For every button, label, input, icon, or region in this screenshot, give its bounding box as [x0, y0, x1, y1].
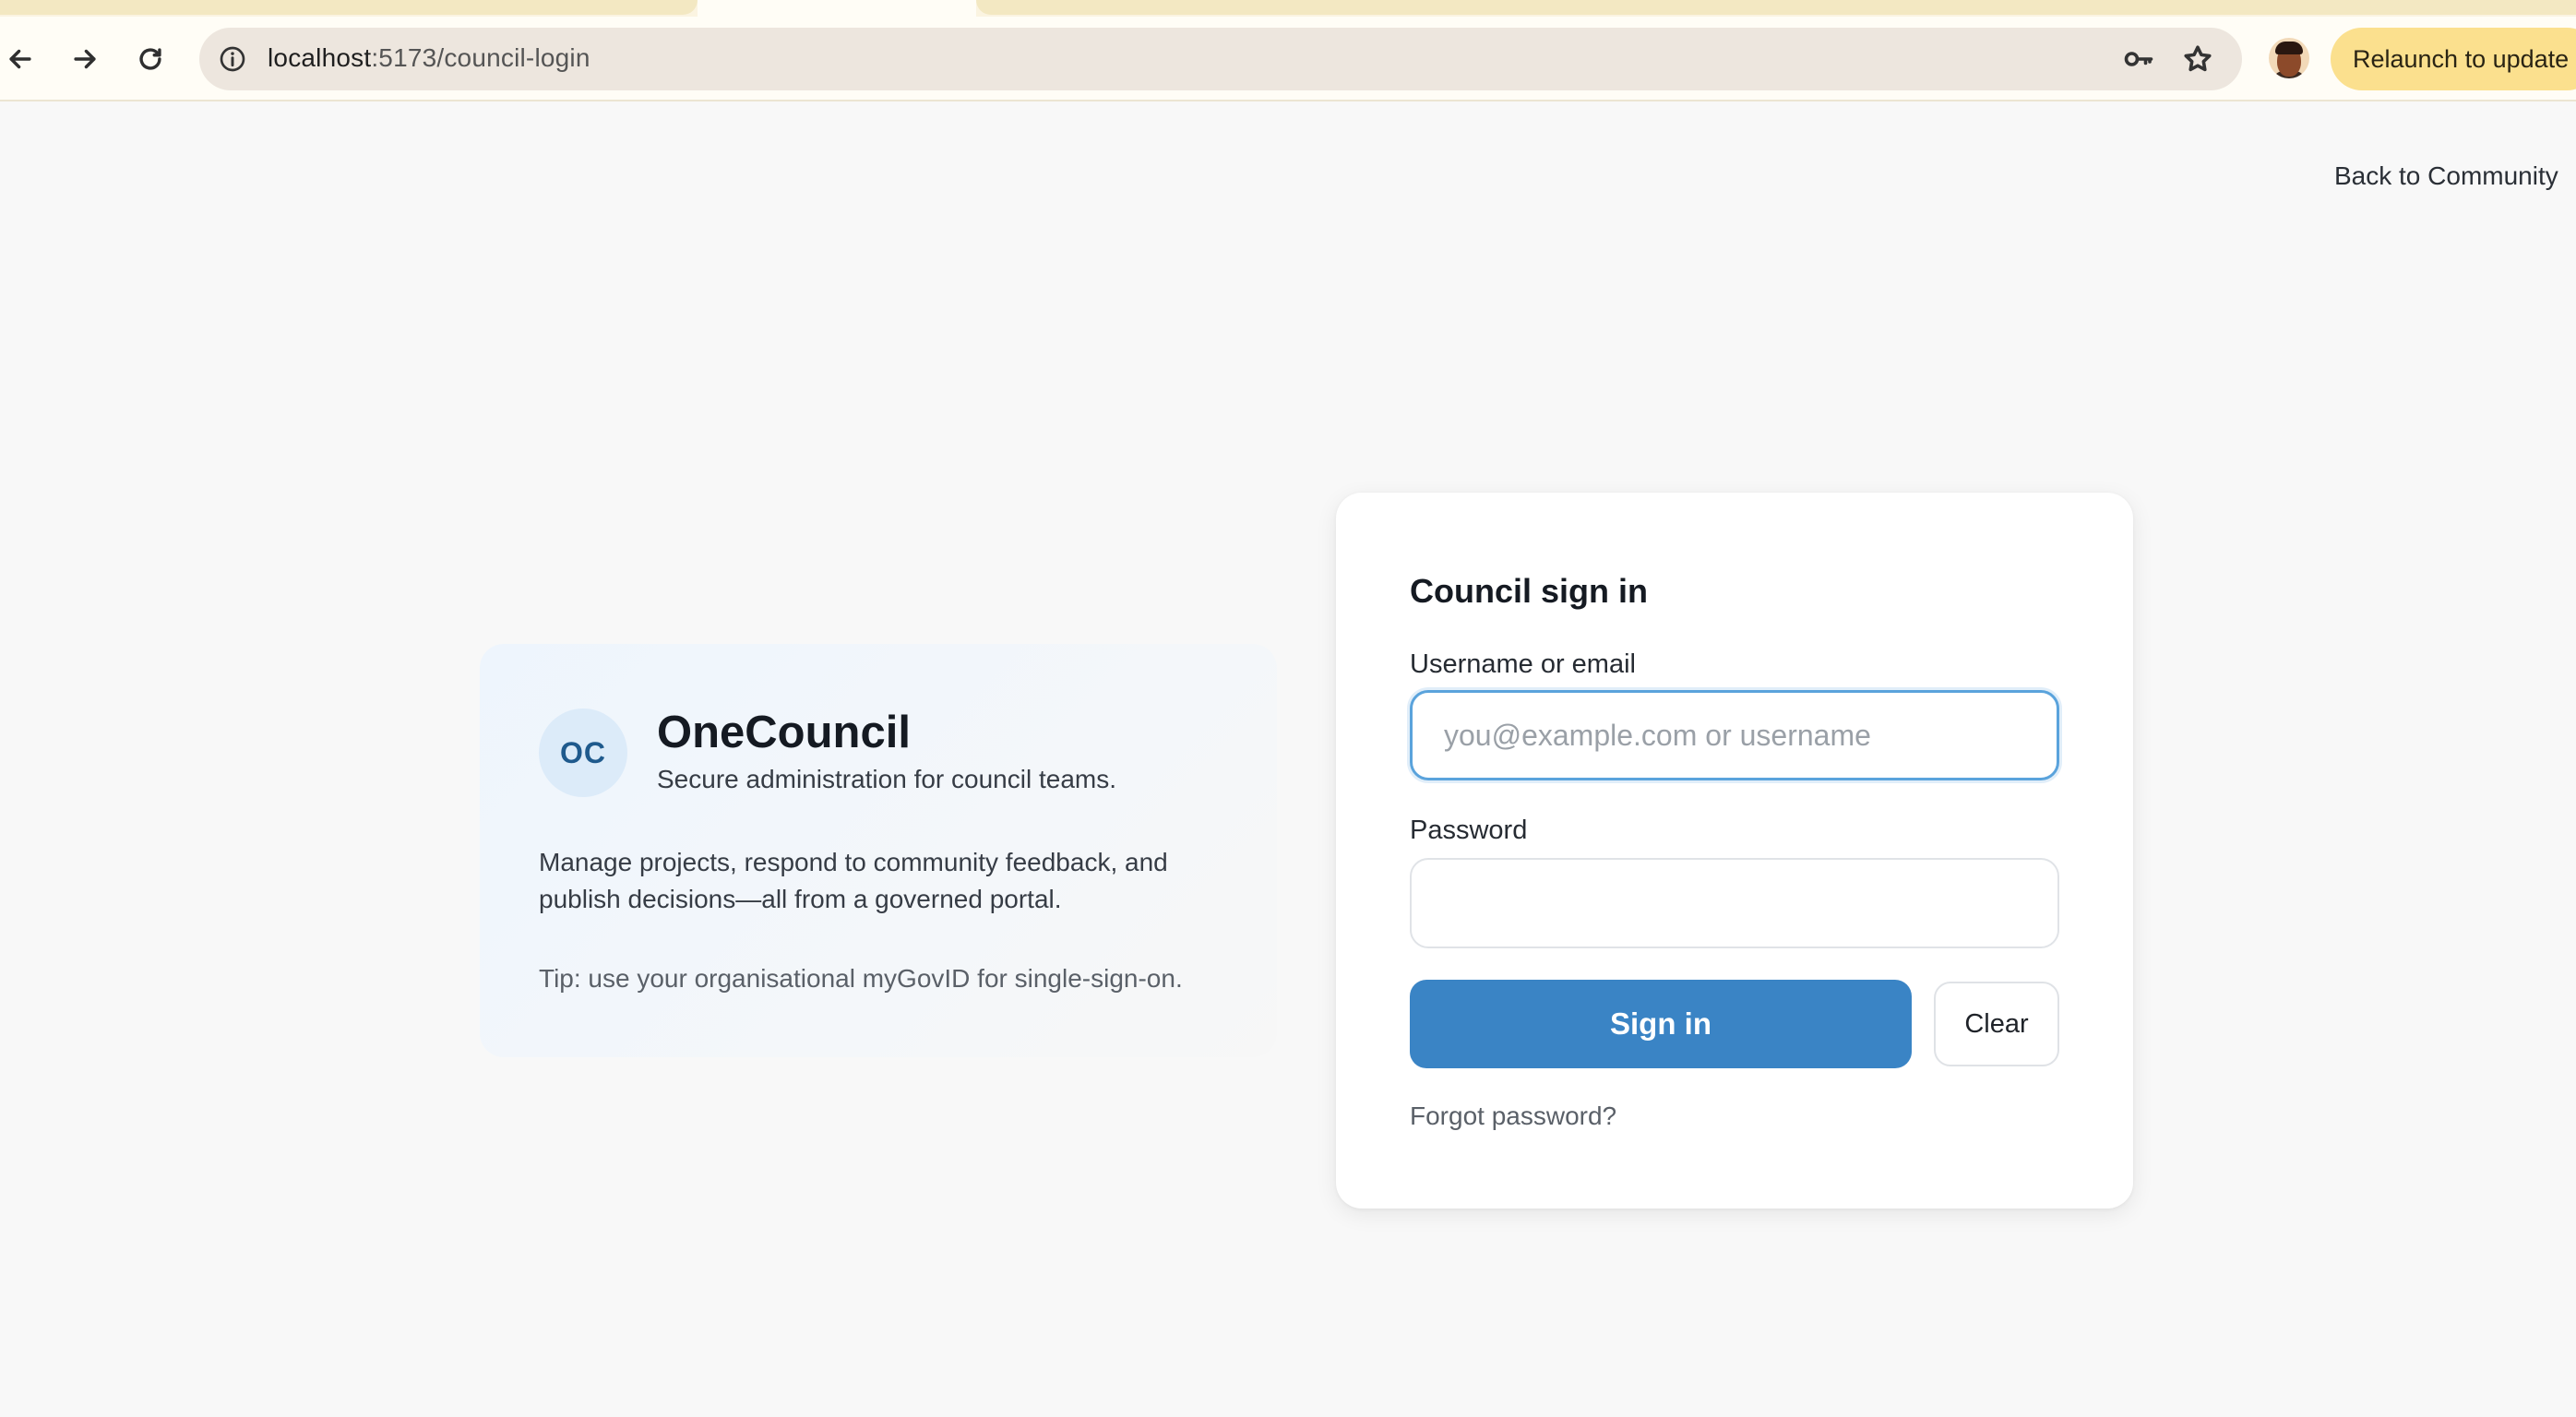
- brand-tip: Tip: use your organisational myGovID for…: [539, 964, 1183, 993]
- url-host: localhost: [268, 43, 372, 72]
- brand-title: OneCouncil: [657, 708, 911, 757]
- password-label: Password: [1410, 816, 1528, 845]
- login-title: Council sign in: [1410, 572, 1648, 610]
- site-info-button[interactable]: [214, 41, 251, 77]
- address-bar[interactable]: localhost:5173/council-login: [199, 28, 2242, 90]
- url-path: :5173/council-login: [371, 43, 590, 72]
- back-button[interactable]: [0, 39, 41, 79]
- profile-avatar[interactable]: [2269, 38, 2309, 78]
- browser-toolbar: localhost:5173/council-login Relaunch to…: [0, 17, 2576, 101]
- forward-arrow-icon: [74, 49, 96, 69]
- clear-button[interactable]: Clear: [1934, 982, 2059, 1066]
- tab-strip: [0, 0, 2576, 17]
- star-icon: [2184, 45, 2212, 72]
- relaunch-button[interactable]: Relaunch to update: [2331, 28, 2576, 90]
- brand-info-card: OC OneCouncil Secure administration for …: [480, 644, 1277, 1057]
- info-icon: [220, 46, 245, 72]
- url-text[interactable]: localhost:5173/council-login: [268, 43, 590, 73]
- reload-button[interactable]: [130, 39, 171, 79]
- back-to-community-link[interactable]: Back to Community: [2334, 161, 2558, 191]
- tab-active[interactable]: [698, 0, 976, 17]
- bookmark-button[interactable]: [2179, 41, 2216, 77]
- back-arrow-icon: [9, 49, 31, 69]
- tab-inactive-left[interactable]: [0, 0, 698, 15]
- brand-logo-badge: OC: [539, 708, 627, 797]
- brand-description: Manage projects, respond to community fe…: [539, 848, 1168, 913]
- username-input[interactable]: [1410, 690, 2059, 780]
- password-input[interactable]: [1410, 858, 2059, 948]
- key-icon: [2124, 52, 2153, 66]
- reload-icon: [139, 48, 161, 70]
- forgot-password-link[interactable]: Forgot password?: [1410, 1101, 1616, 1131]
- password-manager-button[interactable]: [2120, 41, 2157, 77]
- username-label: Username or email: [1410, 649, 1636, 679]
- login-card: Council sign in Username or email Passwo…: [1336, 493, 2133, 1209]
- brand-subtitle: Secure administration for council teams.: [657, 765, 1116, 793]
- sign-in-button[interactable]: Sign in: [1410, 980, 1912, 1068]
- tab-inactive-right[interactable]: [976, 0, 2576, 15]
- forward-button[interactable]: [65, 39, 105, 79]
